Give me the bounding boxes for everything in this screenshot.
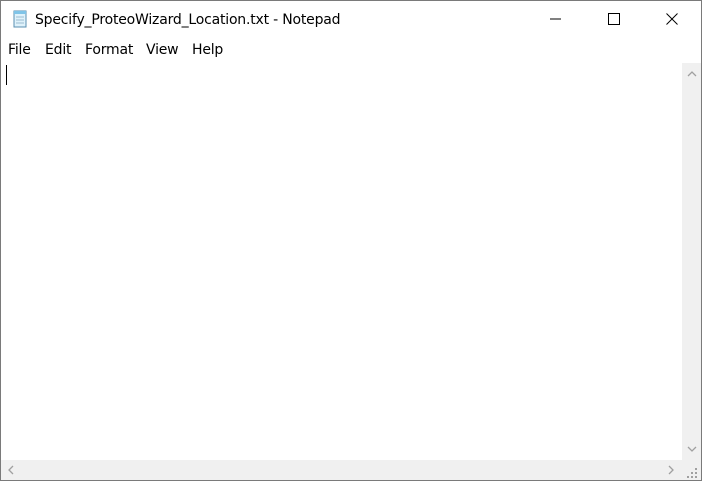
resize-grip-icon[interactable] [686,464,698,478]
window-title: Specify_ProteoWizard_Location.txt - Note… [35,12,341,28]
minimize-button[interactable] [527,1,585,38]
notepad-icon [11,10,29,28]
menu-edit[interactable]: Edit [45,40,72,60]
vertical-scrollbar[interactable] [682,63,701,460]
minimize-icon [550,10,562,29]
text-caret [6,65,7,85]
maximize-icon [608,10,620,29]
menu-bar: File Edit Format View Help [1,38,701,62]
close-icon [666,10,678,29]
text-editor-area[interactable] [1,63,682,460]
scroll-up-arrow-icon[interactable] [687,69,697,79]
close-button[interactable] [643,1,701,38]
resize-corner[interactable] [682,460,701,480]
menu-help[interactable]: Help [192,40,223,60]
title-bar[interactable]: Specify_ProteoWizard_Location.txt - Note… [1,1,701,38]
menu-file[interactable]: File [8,40,31,60]
menu-format[interactable]: Format [85,40,133,60]
maximize-button[interactable] [585,1,643,38]
notepad-window: Specify_ProteoWizard_Location.txt - Note… [0,0,702,481]
menu-view[interactable]: View [146,40,179,60]
horizontal-scrollbar[interactable] [1,460,682,480]
scroll-left-arrow-icon[interactable] [6,465,16,475]
scroll-right-arrow-icon[interactable] [666,465,676,475]
scroll-down-arrow-icon[interactable] [687,444,697,454]
